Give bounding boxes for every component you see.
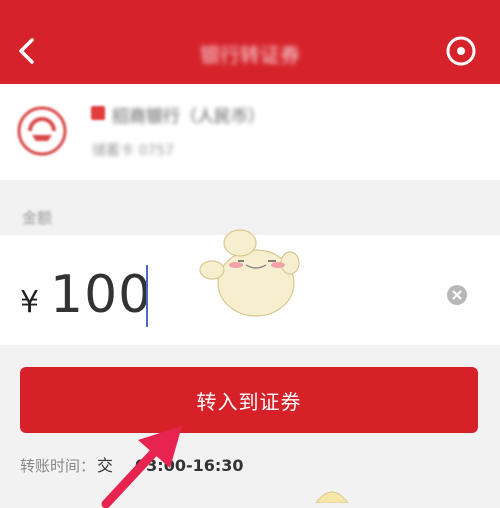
text-caret bbox=[146, 265, 148, 327]
more-icon[interactable] bbox=[444, 34, 478, 68]
transfer-to-securities-button[interactable]: 转入到证券 bbox=[20, 367, 478, 433]
status-bar bbox=[0, 0, 500, 22]
amount-value[interactable]: 100 bbox=[50, 265, 152, 325]
bank-account-number: 储蓄卡 0757 bbox=[92, 143, 175, 159]
nav-bar: 银行转证券 bbox=[0, 22, 500, 84]
transfer-time-label: 转账时间： bbox=[20, 457, 96, 475]
currency-symbol: ¥ bbox=[20, 285, 40, 320]
bank-account-card[interactable]: 招商银行（人民币） 储蓄卡 0757 bbox=[0, 84, 500, 180]
mascot-sticker bbox=[199, 229, 300, 317]
bank-tag-icon bbox=[91, 106, 105, 120]
pointer-arrow bbox=[101, 426, 182, 508]
amount-label: 金额 bbox=[22, 209, 53, 227]
bank-name: 招商银行（人民币） bbox=[112, 107, 265, 127]
bank-logo-icon bbox=[17, 106, 67, 156]
clear-icon[interactable] bbox=[447, 285, 467, 305]
amount-input[interactable]: ¥ 100 bbox=[0, 229, 500, 345]
sticker-fragment bbox=[315, 491, 349, 503]
page-title: 银行转证券 bbox=[200, 43, 300, 67]
